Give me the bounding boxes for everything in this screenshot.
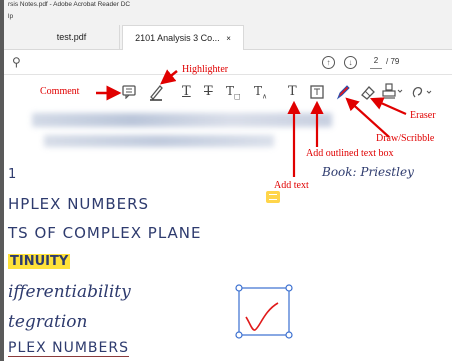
acrobat-window: rsis Notes.pdf - Adobe Acrobat Reader DC…	[4, 0, 452, 361]
eraser-callout: Eraser	[410, 110, 436, 121]
highlighter-callout: Highlighter	[182, 64, 229, 75]
add-outlined-text-box-callout: Add outlined text box	[306, 148, 394, 159]
annotation-arrows	[96, 69, 407, 177]
comment-callout: Comment	[40, 86, 80, 97]
add-text-callout: Add text	[274, 180, 309, 191]
draw-scribble-callout: Draw/Scribble	[376, 133, 435, 144]
